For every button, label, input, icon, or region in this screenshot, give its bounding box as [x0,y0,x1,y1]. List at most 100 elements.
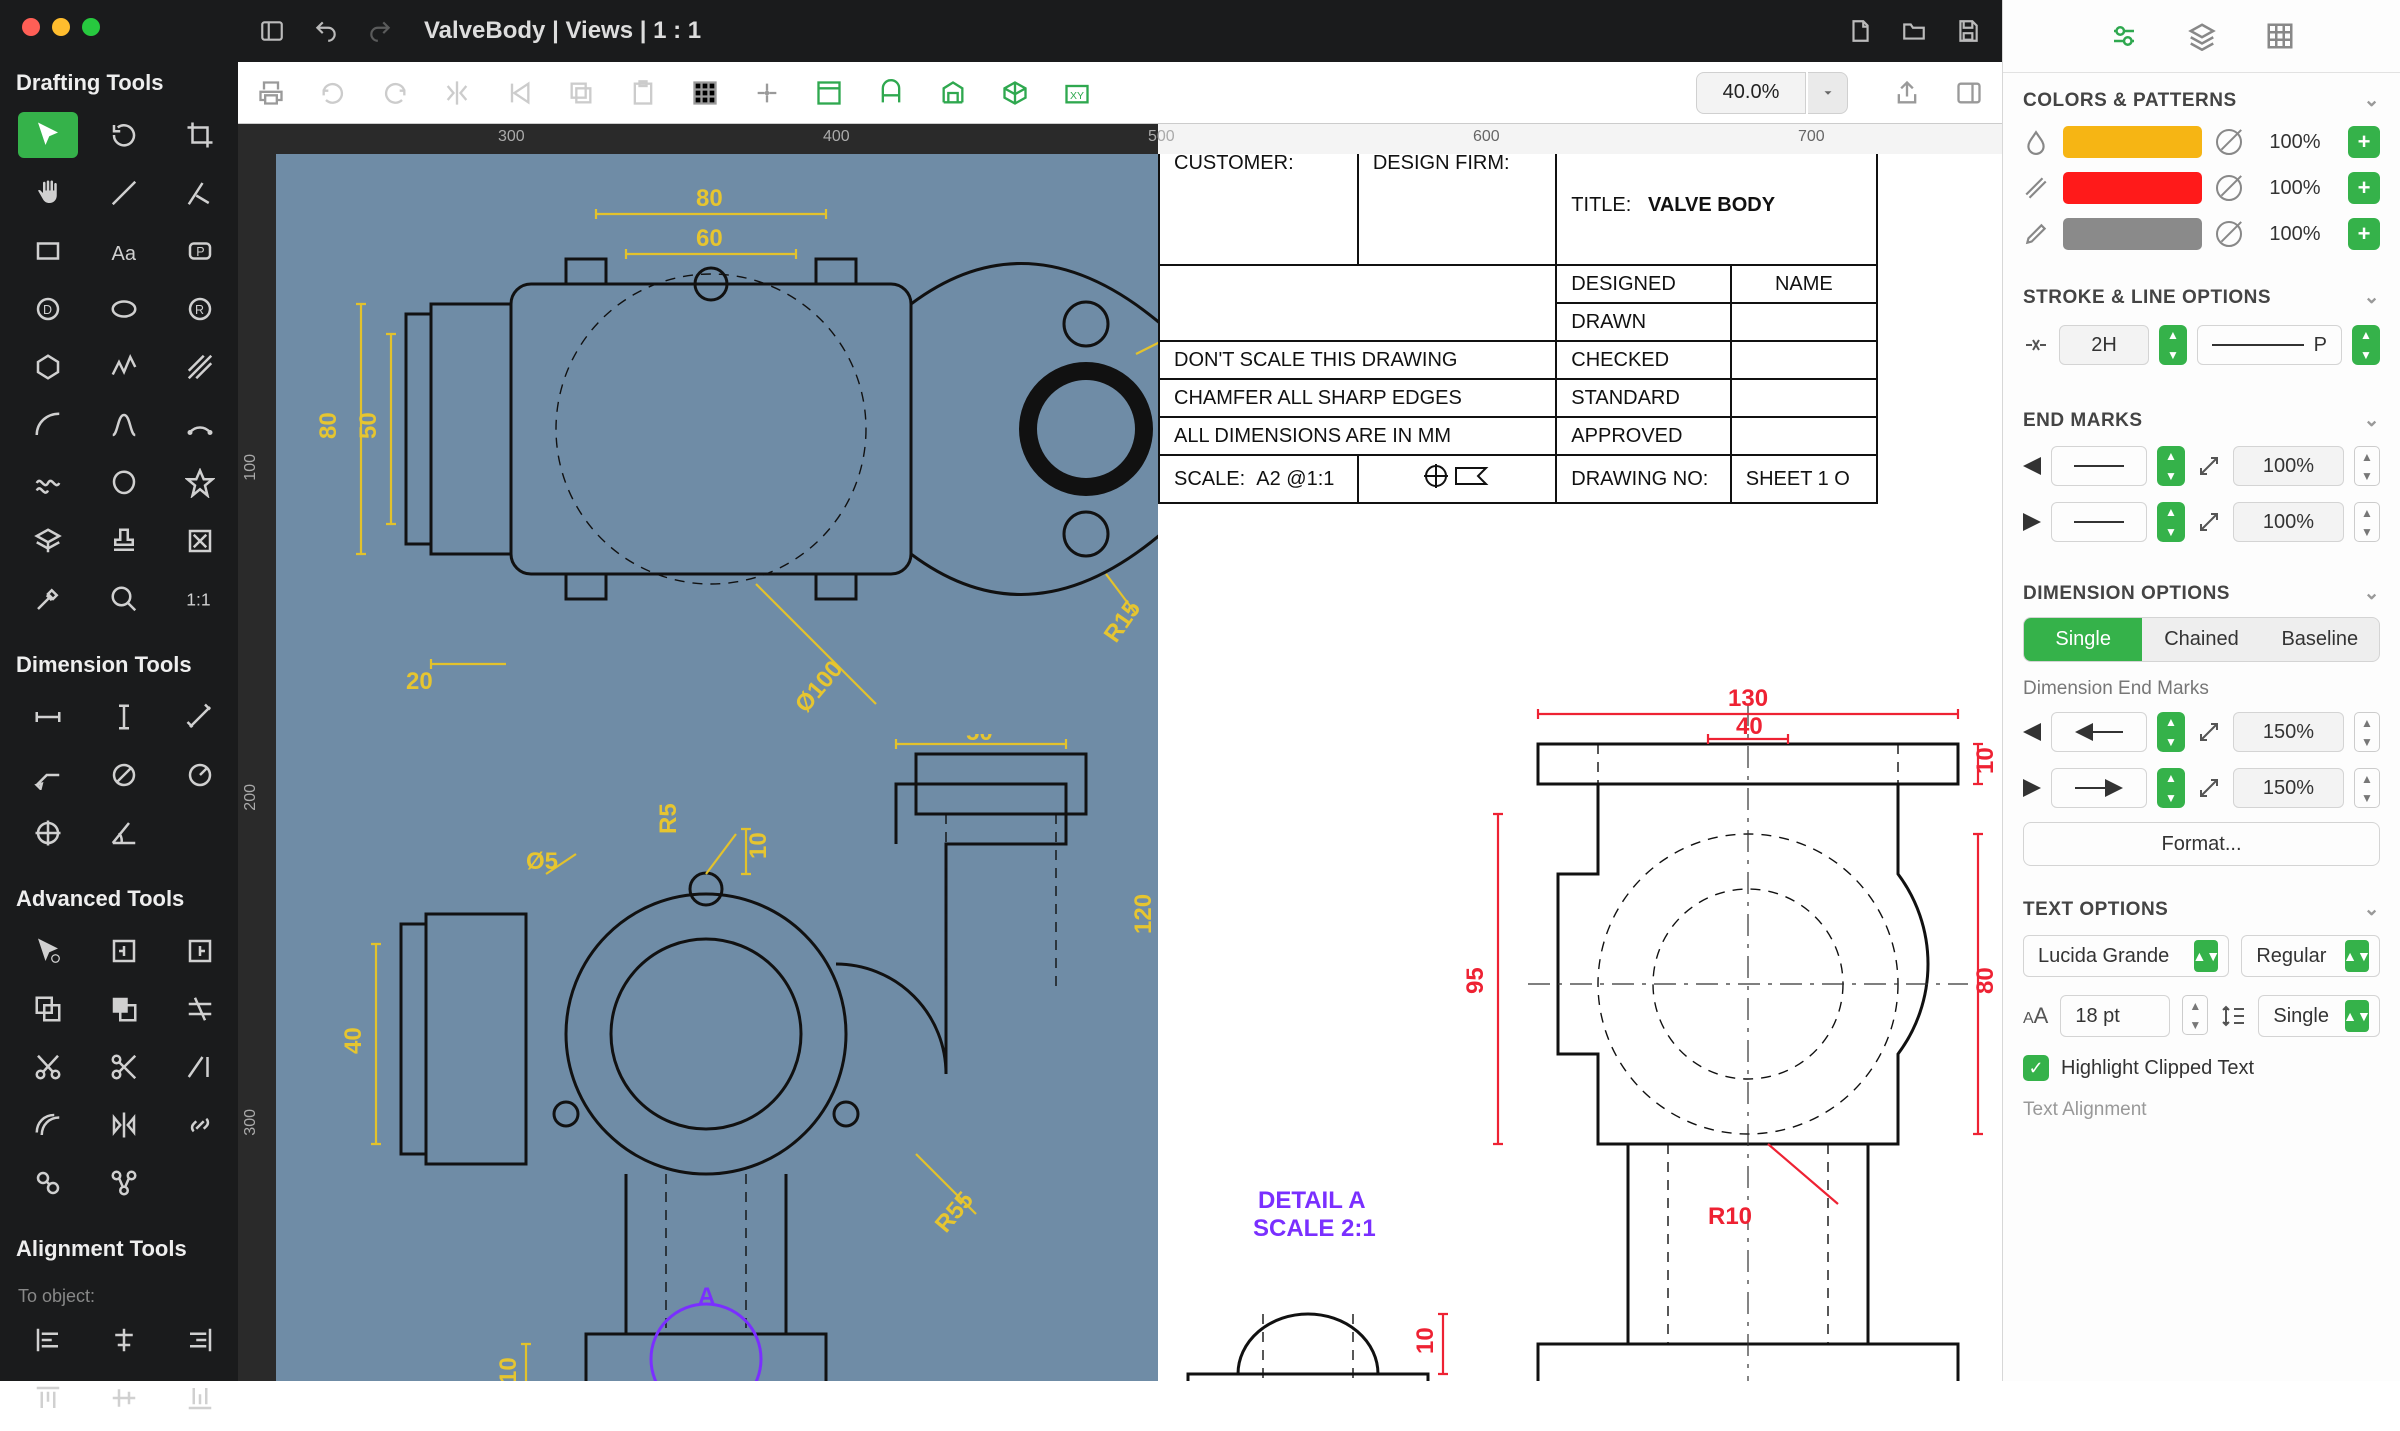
tab-appearance-icon[interactable] [2106,18,2142,54]
inspector-toggle-icon[interactable] [1952,76,1986,110]
linear-dim-tool[interactable] [18,694,78,740]
stamp-tool[interactable] [94,518,154,564]
align-center-h-tool[interactable] [94,1317,154,1363]
paste-icon[interactable] [626,76,660,110]
text-tool[interactable]: Aa [94,228,154,274]
scale-1to1-tool[interactable]: 1:1 [170,576,230,622]
pencil-color-swatch[interactable] [2063,218,2202,250]
snap-icon[interactable] [750,76,784,110]
chevron-down-icon[interactable]: ⌄ [2364,89,2380,112]
rotate-right-icon[interactable] [378,76,412,110]
circle-diameter-tool[interactable]: D [18,286,78,332]
drawing-sheet[interactable]: CUSTOMER: DESIGN FIRM: TITLE: VALVE BODY… [1158,154,2002,1381]
new-doc-icon[interactable] [1844,15,1876,47]
rotate-tool[interactable] [94,112,154,158]
chain-tool[interactable] [18,1160,78,1206]
extend-tool[interactable] [170,1044,230,1090]
add-fill-button[interactable]: + [2348,126,2380,158]
dim-start-mark-select[interactable] [2051,712,2147,752]
start-mark-select[interactable] [2051,446,2147,486]
start-mark-scale[interactable]: 100% [2233,446,2344,486]
vertical-dim-tool[interactable] [94,694,154,740]
redo-icon[interactable] [364,15,396,47]
open-folder-icon[interactable] [1898,15,1930,47]
align-right-tool[interactable] [170,1317,230,1363]
font-size-input[interactable]: 18 pt [2060,995,2170,1037]
polygon-tool[interactable] [18,344,78,390]
line-spacing-select[interactable]: Single▲▼ [2258,995,2380,1037]
arc-tool[interactable] [18,402,78,448]
skip-back-icon[interactable] [502,76,536,110]
canvas-area[interactable]: 300 400 500 600 700 800 100 200 300 400 [238,124,2002,1381]
eyedropper-tool[interactable] [18,576,78,622]
cut-tool[interactable] [18,1044,78,1090]
align-top-tool[interactable] [18,1375,78,1421]
chevron-down-icon[interactable]: ⌄ [2364,898,2380,921]
insert-left-tool[interactable] [94,928,154,974]
insert-right-tool[interactable] [170,928,230,974]
highlight-clipped-checkbox[interactable]: ✓ [2023,1055,2049,1081]
blob-tool[interactable] [94,460,154,506]
dim-mode-chained[interactable]: Chained [2142,618,2260,661]
union-tool[interactable] [18,986,78,1032]
symbol-tool[interactable] [18,518,78,564]
align-bottom-tool[interactable] [170,1375,230,1421]
arc-3pt-tool[interactable] [170,402,230,448]
radius-dim-tool[interactable] [170,752,230,798]
nodes-tool[interactable] [94,1160,154,1206]
copy-icon[interactable] [564,76,598,110]
line-style-stepper[interactable]: ▲▼ [2352,325,2380,365]
stroke-color-swatch[interactable] [2063,172,2202,204]
line-tool[interactable] [94,170,154,216]
dim-start-scale-stepper[interactable]: ▲▼ [2354,712,2380,752]
dim-end-mark-scale[interactable]: 150% [2233,768,2344,808]
start-mark-stepper[interactable]: ▲▼ [2157,446,2185,486]
dimension-mode-segment[interactable]: Single Chained Baseline [2023,617,2380,662]
align-left-tool[interactable] [18,1317,78,1363]
spline-tool[interactable] [94,402,154,448]
rectangle-tool[interactable] [18,228,78,274]
fill-color-swatch[interactable] [2063,126,2202,158]
close-window-icon[interactable] [22,18,40,36]
freehand-tool[interactable] [18,460,78,506]
grid-icon[interactable] [688,76,722,110]
point-tool[interactable]: P [170,228,230,274]
dim-end-mark-select[interactable] [2051,768,2147,808]
direct-select-tool[interactable] [18,928,78,974]
offset-tool[interactable] [18,1102,78,1148]
minimize-window-icon[interactable] [52,18,70,36]
star-tool[interactable] [170,460,230,506]
front-view-icon[interactable] [874,76,908,110]
align-middle-tool[interactable] [94,1375,154,1421]
zoom-dropdown[interactable] [1808,72,1848,114]
ellipse-tool[interactable] [94,286,154,332]
end-mark-stepper[interactable]: ▲▼ [2157,502,2185,542]
center-mark-tool[interactable] [18,810,78,856]
mirror-tool[interactable] [94,1102,154,1148]
stroke-weight-stepper[interactable]: ▲▼ [2159,325,2187,365]
polyline-tool[interactable] [94,344,154,390]
select-tool[interactable] [18,112,78,158]
start-mark-scale-stepper[interactable]: ▲▼ [2354,446,2380,486]
fill-opacity[interactable]: 100% [2256,131,2334,154]
layer-top-icon[interactable] [812,76,846,110]
rotate-left-icon[interactable] [316,76,350,110]
chevron-down-icon[interactable]: ⌄ [2364,582,2380,605]
sidebar-toggle-icon[interactable] [256,15,288,47]
undo-icon[interactable] [310,15,342,47]
add-stroke-button[interactable]: + [2348,172,2380,204]
add-pencil-button[interactable]: + [2348,218,2380,250]
subtract-tool[interactable] [94,986,154,1032]
erase-tool[interactable] [170,518,230,564]
tab-layers-icon[interactable] [2184,18,2220,54]
end-mark-scale-stepper[interactable]: ▲▼ [2354,502,2380,542]
crop-tool[interactable] [170,112,230,158]
cut-path-tool[interactable] [94,1044,154,1090]
save-icon[interactable] [1952,15,1984,47]
angle-dim-tool[interactable] [94,810,154,856]
xy-plane-icon[interactable]: XY [1060,76,1094,110]
share-icon[interactable] [1890,76,1924,110]
maximize-window-icon[interactable] [82,18,100,36]
flip-h-icon[interactable] [440,76,474,110]
pan-tool[interactable] [18,170,78,216]
